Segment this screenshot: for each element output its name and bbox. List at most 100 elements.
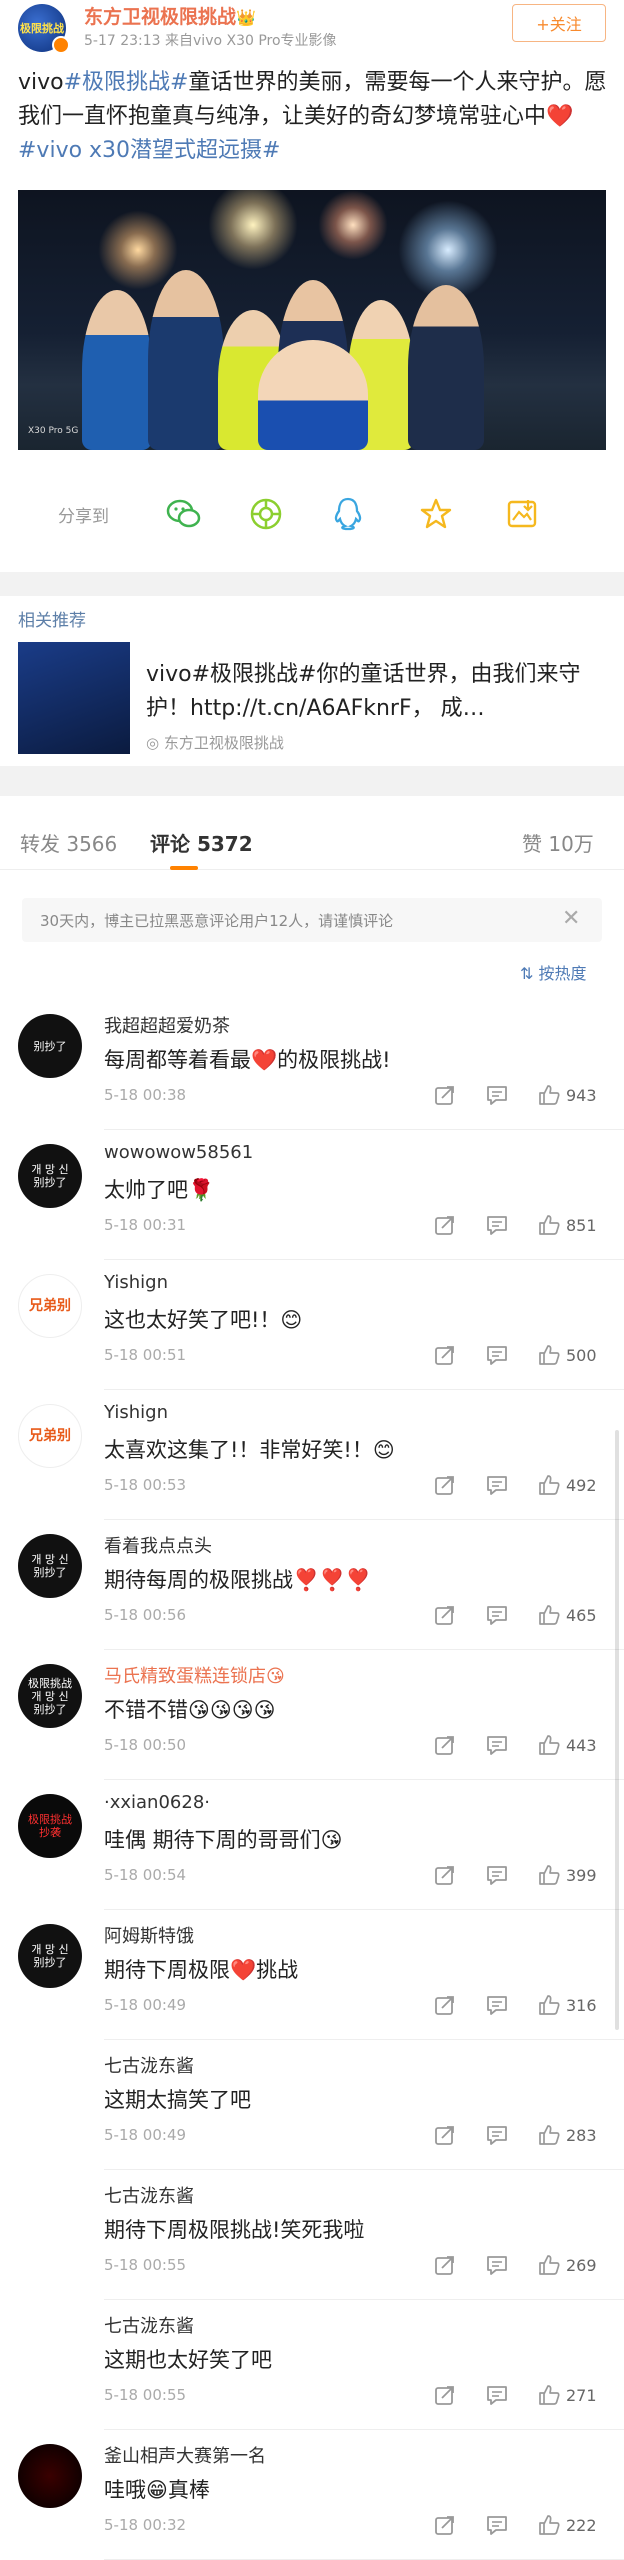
comment-item: 极限挑战 개 망 신 别抄了 马氏精致蛋糕连锁店😘 不错不错😘😘😘😘 5-18 00:… (0, 1650, 624, 1780)
repost-icon[interactable] (432, 2252, 458, 2278)
comment-time: 5-18 00:49 (104, 2126, 187, 2144)
repost-icon[interactable] (432, 1342, 458, 1368)
commenter-avatar[interactable]: 兄弟别 (18, 1404, 82, 1468)
commenter-avatar[interactable]: 😊 (18, 2184, 82, 2248)
reply-icon[interactable] (484, 2122, 510, 2148)
reply-icon[interactable] (484, 2382, 510, 2408)
commenter-avatar[interactable]: 极限挑战 抄袭 (18, 1794, 82, 1858)
repost-icon-svg (435, 1736, 454, 1755)
reply-icon[interactable] (484, 1862, 510, 1888)
repost-icon[interactable] (432, 2512, 458, 2538)
qq-icon[interactable] (330, 496, 366, 532)
repost-icon[interactable] (432, 1212, 458, 1238)
repost-icon[interactable] (432, 1472, 458, 1498)
related-link-text[interactable]: vivo#极限挑战#你的童话世界，由我们来守护！http://t.cn/A6AF… (146, 658, 606, 726)
like-icon[interactable] (536, 1862, 562, 1888)
commenter-name[interactable]: 看着我点点头 (104, 1532, 212, 1558)
like-icon[interactable] (536, 1342, 562, 1368)
reply-icon[interactable] (484, 1732, 510, 1758)
like-count: 465 (566, 1606, 597, 1625)
active-tab-indicator (170, 866, 198, 870)
tab-repost[interactable]: 转发 3566 (20, 828, 117, 857)
thumbs-up-icon (539, 1475, 560, 1495)
repost-icon[interactable] (432, 1082, 458, 1108)
comment-text: 期待每周的极限挑战❣️❣️❣️ (104, 1568, 372, 1592)
reply-icon[interactable] (484, 1472, 510, 1498)
commenter-name[interactable]: Yishign (104, 1402, 168, 1423)
post-photo[interactable]: X30 Pro 5G (18, 190, 606, 450)
sort-by-hot-button[interactable]: ⇅ 按热度 (520, 960, 587, 984)
commenter-avatar[interactable]: 😊 (18, 2054, 82, 2118)
avatar-text: 别抄了 (33, 1039, 67, 1053)
author-name[interactable]: 东方卫视极限挑战👑 (84, 2, 256, 29)
commenter-name[interactable]: wowowow58561 (104, 1142, 253, 1163)
like-icon[interactable] (536, 2252, 562, 2278)
follow-button[interactable]: +关注 (512, 4, 606, 42)
commenter-name[interactable]: 釜山相声大赛第一名 (104, 2442, 266, 2468)
commenter-avatar[interactable]: 개 망 신 别抄了 (18, 1534, 82, 1598)
moments-icon[interactable] (248, 496, 284, 532)
commenter-avatar[interactable]: 😊 (18, 2314, 82, 2378)
reply-icon[interactable] (484, 1992, 510, 2018)
commenter-name[interactable]: 阿姆斯特饿 (104, 1922, 194, 1948)
share-label: 分享到 (58, 507, 109, 527)
hashtag-link[interactable]: #vivo x30潜望式超远摄# (18, 138, 281, 163)
comment-item: 개 망 신 别抄了 阿姆斯特饿 期待下周极限❤️挑战 5-18 00:49 316 (0, 1910, 624, 2040)
commenter-avatar[interactable] (18, 2444, 82, 2508)
commenter-avatar[interactable]: 개 망 신 别抄了 (18, 1144, 82, 1208)
qzone-icon[interactable] (418, 496, 454, 532)
hashtag-link[interactable]: #极限挑战# (64, 70, 189, 95)
repost-icon[interactable] (432, 1862, 458, 1888)
reply-icon[interactable] (484, 1602, 510, 1628)
reply-icon[interactable] (484, 1082, 510, 1108)
commenter-name[interactable]: 七古泷东酱 (104, 2052, 194, 2078)
repost-icon[interactable] (432, 1732, 458, 1758)
commenter-avatar[interactable]: 别抄了 (18, 1014, 82, 1078)
comment-time: 5-18 00:51 (104, 1346, 187, 1364)
avatar-text: 兄弟别 (29, 1427, 71, 1444)
reply-icon[interactable] (484, 2512, 510, 2538)
close-icon[interactable]: ✕ (562, 906, 580, 931)
like-icon[interactable] (536, 1082, 562, 1108)
reply-icon[interactable] (484, 2252, 510, 2278)
like-icon[interactable] (536, 1602, 562, 1628)
scrollbar[interactable] (615, 1430, 619, 2030)
repost-icon[interactable] (432, 2382, 458, 2408)
like-icon[interactable] (536, 1472, 562, 1498)
repost-icon[interactable] (432, 1602, 458, 1628)
repost-icon-svg (435, 1086, 454, 1105)
commenter-name[interactable]: Yishign (104, 1272, 168, 1293)
commenter-name[interactable]: 七古泷东酱 (104, 2182, 194, 2208)
like-count: 399 (566, 1866, 597, 1885)
commenter-name[interactable]: ·xxian0628· (104, 1792, 210, 1813)
like-icon[interactable] (536, 2512, 562, 2538)
comment-time: 5-18 00:55 (104, 2386, 187, 2404)
thumbs-up-icon (539, 2255, 560, 2275)
commenter-avatar[interactable]: 极限挑战 개 망 신 别抄了 (18, 1664, 82, 1728)
tab-likes[interactable]: 赞 10万 (522, 828, 594, 857)
save-icon[interactable] (504, 496, 540, 532)
like-icon[interactable] (536, 1212, 562, 1238)
like-icon[interactable] (536, 1732, 562, 1758)
reply-icon[interactable] (484, 1212, 510, 1238)
like-icon[interactable] (536, 1992, 562, 2018)
moments-icon-svg (250, 498, 282, 530)
repost-icon[interactable] (432, 2122, 458, 2148)
comment-text: 期待下周极限❤️挑战 (104, 1958, 299, 1982)
commenter-name[interactable]: 七古泷东酱 (104, 2312, 194, 2338)
related-thumbnail[interactable] (18, 642, 130, 754)
commenter-avatar[interactable]: 개 망 신 别抄了 (18, 1924, 82, 1988)
like-icon[interactable] (536, 2122, 562, 2148)
repost-icon[interactable] (432, 1992, 458, 2018)
commenter-name[interactable]: 马氏精致蛋糕连锁店😘 (104, 1662, 285, 1688)
like-icon[interactable] (536, 2382, 562, 2408)
qq-icon-svg (334, 497, 362, 531)
wechat-icon[interactable] (166, 496, 202, 532)
tab-comments[interactable]: 评论 5372 (150, 828, 253, 857)
sort-label: 按热度 (538, 964, 587, 983)
crown-icon: 👑 (236, 8, 256, 27)
reply-icon[interactable] (484, 1342, 510, 1368)
commenter-name[interactable]: 我超超超爱奶茶 (104, 1012, 230, 1038)
reply-icon-svg (487, 1216, 507, 1235)
commenter-avatar[interactable]: 兄弟别 (18, 1274, 82, 1338)
